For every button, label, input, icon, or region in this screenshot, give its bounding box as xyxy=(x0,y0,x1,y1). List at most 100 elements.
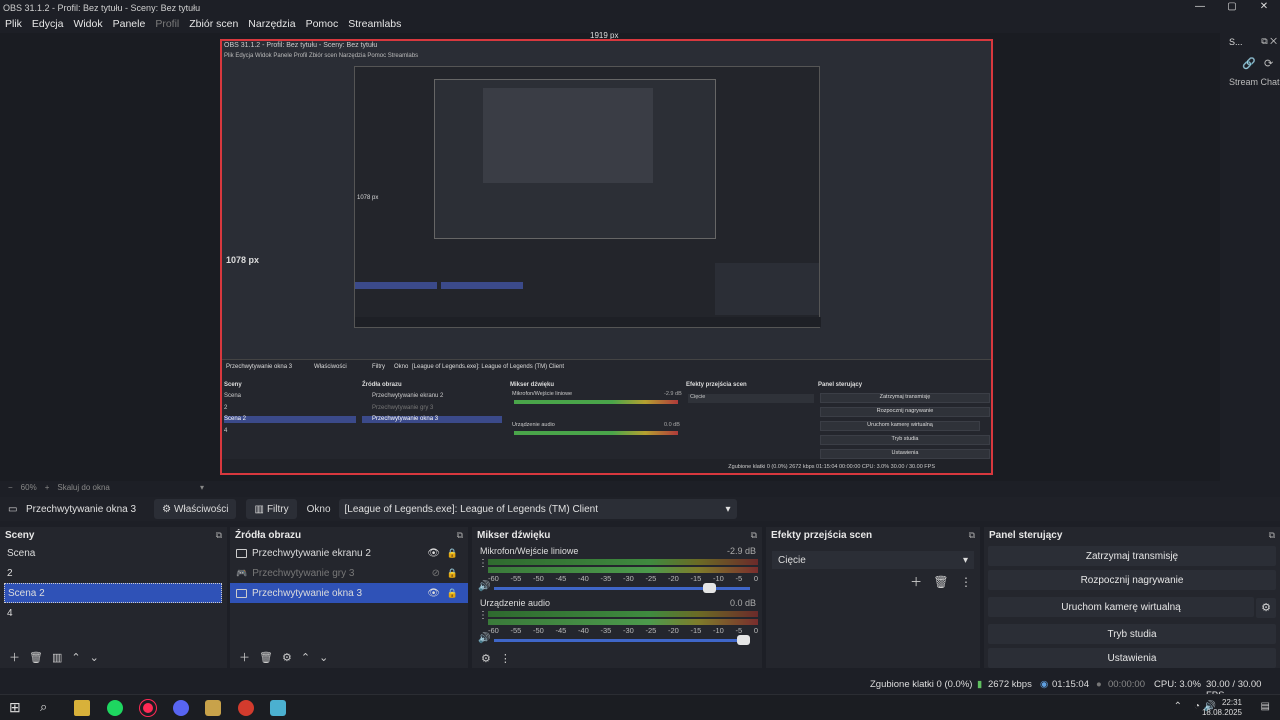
volume-slider[interactable] xyxy=(494,583,750,593)
opera-icon[interactable] xyxy=(140,700,156,716)
nested-status: Zgubione klatki 0 (0.0%) 2672 kbps 01:15… xyxy=(728,464,935,470)
transition-value: Cięcie xyxy=(778,554,806,566)
windows-start-icon[interactable]: ⊞ xyxy=(9,699,21,716)
nested-okno: Okno xyxy=(394,364,409,370)
gear-icon[interactable]: ⚙ xyxy=(282,651,292,664)
scene-item[interactable]: 2 xyxy=(0,563,227,583)
settings-button[interactable]: Ustawienia xyxy=(988,648,1276,668)
add-icon[interactable]: ＋ xyxy=(239,649,250,665)
up-icon[interactable]: ⌃ xyxy=(71,651,80,664)
menu-profil[interactable]: Profil xyxy=(155,18,179,30)
trash-icon[interactable]: 🗑 xyxy=(29,651,43,664)
volume-slider[interactable] xyxy=(494,635,750,645)
zoom-in-button[interactable]: + xyxy=(45,483,50,492)
studio-mode-button[interactable]: Tryb studia xyxy=(988,624,1276,644)
spotify-icon[interactable] xyxy=(107,700,123,716)
scene-item[interactable]: Scena xyxy=(0,543,227,563)
maximize-button[interactable]: ▢ xyxy=(1216,0,1248,15)
nested-scene-2: 2 xyxy=(224,405,228,411)
file-explorer-icon[interactable] xyxy=(74,700,90,716)
stop-stream-button[interactable]: Zatrzymaj transmisję xyxy=(988,546,1276,566)
undock-icon[interactable]: ⧉ xyxy=(457,530,463,541)
more-icon[interactable]: ⋮ xyxy=(500,652,511,665)
lock-icon[interactable]: 🔒 xyxy=(447,588,458,599)
close-button[interactable]: ✕ xyxy=(1248,0,1280,15)
volume-slider-knob[interactable] xyxy=(737,635,750,645)
nested-scenes-title: Sceny xyxy=(224,382,242,388)
gear-icon[interactable]: ⚙ xyxy=(1256,597,1276,618)
eye-hidden-icon[interactable]: ⊘ xyxy=(432,568,440,579)
zoom-out-button[interactable]: − xyxy=(8,483,13,492)
nested-controls-block xyxy=(715,263,819,315)
filters-button[interactable]: ▥ Filtry xyxy=(246,499,297,519)
source-item[interactable]: 🎮 Przechwytywanie gry 3 ⊘ 🔒 xyxy=(230,563,468,583)
menu-plik[interactable]: Plik xyxy=(5,18,22,30)
preview-canvas[interactable]: OBS 31.1.2 - Profil: Bez tytułu - Sceny:… xyxy=(220,39,993,475)
monitor-icon xyxy=(236,548,247,558)
more-icon[interactable]: ⋮ xyxy=(478,610,488,621)
filter-icon[interactable]: ▥ xyxy=(52,651,62,664)
down-icon[interactable]: ⌄ xyxy=(90,651,99,664)
source-label: Przechwytywanie okna 3 xyxy=(252,587,363,599)
nested-audio-meter xyxy=(514,431,678,435)
undock-icon[interactable]: ⧉ xyxy=(969,530,975,541)
lock-icon[interactable]: 🔒 xyxy=(447,568,458,579)
network-icon[interactable]: ◔ xyxy=(1194,701,1200,712)
more-icon[interactable]: ⋮ xyxy=(960,575,972,589)
window-select[interactable]: [League of Legends.exe]: League of Legen… xyxy=(338,499,737,519)
riot-client-icon[interactable] xyxy=(238,700,254,716)
scale-to-window[interactable]: Skaluj do okna xyxy=(57,483,109,492)
source-item[interactable]: Przechwytywanie ekranu 2 👁 🔒 xyxy=(230,543,468,563)
gamepad-icon: 🎮 xyxy=(236,567,248,578)
start-virtual-cam-button[interactable]: Uruchom kamerę wirtualną xyxy=(988,597,1254,617)
league-client-icon[interactable] xyxy=(205,700,221,716)
trash-icon[interactable]: 🗑 xyxy=(259,651,273,664)
nested-preview-2 xyxy=(434,79,716,239)
search-icon[interactable]: ⌕ xyxy=(40,699,47,715)
up-icon[interactable]: ⌃ xyxy=(301,651,310,664)
speaker-icon[interactable]: 🔊 xyxy=(478,581,490,592)
discord-icon[interactable] xyxy=(173,700,189,716)
properties-label: Właściwości xyxy=(174,503,229,515)
more-icon[interactable]: ⋮ xyxy=(478,558,488,569)
eye-icon[interactable]: 👁 xyxy=(427,588,440,599)
speaker-icon[interactable]: 🔊 xyxy=(478,633,490,644)
start-recording-button[interactable]: Rozpocznij nagrywanie xyxy=(988,570,1276,590)
transition-select[interactable]: Cięcie ▾ xyxy=(772,551,974,569)
link-icon[interactable]: 🔗 xyxy=(1242,57,1256,70)
trash-icon[interactable]: 🗑 xyxy=(933,575,948,589)
menu-edycja[interactable]: Edycja xyxy=(32,18,64,30)
add-icon[interactable]: ＋ xyxy=(910,575,922,589)
eye-icon[interactable]: 👁 xyxy=(427,548,440,559)
menu-widok[interactable]: Widok xyxy=(73,18,102,30)
undock-icon[interactable]: ⧉ xyxy=(216,530,222,541)
scene-item-selected[interactable]: Scena 2 xyxy=(4,583,222,603)
volume-slider-knob[interactable] xyxy=(702,583,716,593)
undock-icon[interactable]: ⧉ xyxy=(751,530,757,541)
notifications-icon[interactable]: ▤ xyxy=(1261,701,1270,712)
source-item-selected[interactable]: Przechwytywanie okna 3 👁 🔒 xyxy=(230,583,468,603)
league-game-icon[interactable] xyxy=(270,700,286,716)
properties-button[interactable]: ⚙ Właściwości xyxy=(154,499,237,519)
menu-panele[interactable]: Panele xyxy=(113,18,146,30)
down-icon[interactable]: ⌄ xyxy=(319,651,328,664)
taskbar-clock[interactable]: 22:31 18.08.2025 xyxy=(1202,698,1242,718)
zoom-value[interactable]: 60% xyxy=(21,483,37,492)
menu-narzedzia[interactable]: Narzędzia xyxy=(248,18,295,30)
undock-icon[interactable]: ⧉ xyxy=(1269,530,1275,541)
add-icon[interactable]: ＋ xyxy=(9,649,20,665)
chevron-up-icon[interactable]: ⌃ xyxy=(1174,701,1182,712)
sources-title: Źródła obrazu xyxy=(235,529,302,541)
menu-zbior-scen[interactable]: Zbiór scen xyxy=(189,18,238,30)
menu-pomoc[interactable]: Pomoc xyxy=(306,18,339,30)
chevron-down-icon[interactable]: ▾ xyxy=(200,483,204,492)
scene-item[interactable]: 4 xyxy=(0,603,227,623)
nested-scene-4: 4 xyxy=(224,428,228,434)
menu-streamlabs[interactable]: Streamlabs xyxy=(348,18,401,30)
refresh-icon[interactable]: ⟳ xyxy=(1264,57,1273,70)
lock-icon[interactable]: 🔒 xyxy=(447,548,458,559)
dock-controls-icon[interactable]: ⧉ ✕ xyxy=(1261,36,1277,47)
advanced-audio-icon[interactable]: ⚙ xyxy=(481,652,491,665)
bitrate-indicator-icon: ▮ xyxy=(977,679,983,690)
minimize-button[interactable]: — xyxy=(1184,0,1216,15)
